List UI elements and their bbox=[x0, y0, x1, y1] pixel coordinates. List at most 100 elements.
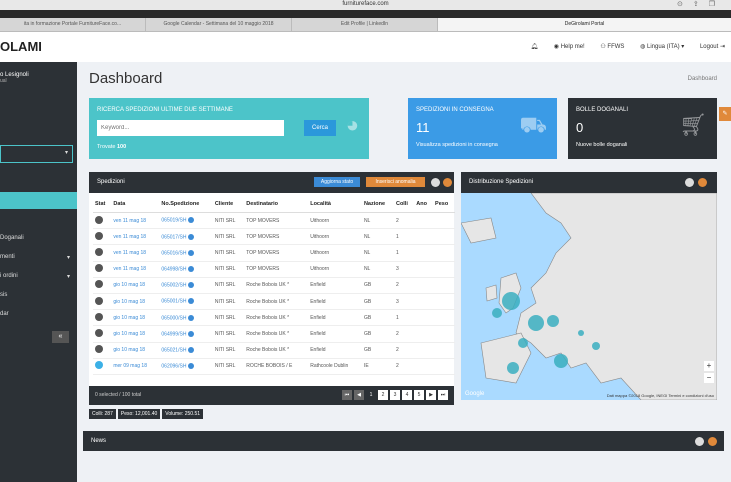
cell-date[interactable]: ven 11 mag 18 bbox=[111, 212, 160, 230]
collapse-icon[interactable] bbox=[708, 437, 717, 446]
tab-degirolami[interactable]: DeGirolami Portal bbox=[438, 18, 731, 31]
map-marker[interactable] bbox=[592, 342, 600, 350]
search-button[interactable]: Cerca bbox=[304, 120, 336, 136]
col-colli[interactable]: Colli bbox=[393, 196, 415, 213]
tab-calendar[interactable]: Google Calendar - Settimana del 10 maggi… bbox=[146, 18, 292, 31]
cell-no[interactable]: 064999/SH bbox=[159, 325, 213, 343]
cell-date[interactable]: mer 09 mag 18 bbox=[111, 358, 160, 375]
info-icon[interactable] bbox=[188, 282, 195, 289]
map-marker[interactable] bbox=[578, 330, 584, 336]
reload-icon[interactable]: ⊙ bbox=[677, 1, 693, 8]
tab-formazione[interactable]: ita in formazione Portale FurnitureFace.… bbox=[0, 18, 146, 31]
cell-date[interactable]: gio 10 mag 18 bbox=[111, 325, 160, 343]
cell-no[interactable]: 065019/SH bbox=[159, 212, 213, 230]
cell-date[interactable]: gio 10 mag 18 bbox=[111, 309, 160, 327]
info-icon[interactable] bbox=[188, 249, 195, 256]
prev-page-button[interactable]: ◀ bbox=[354, 390, 364, 400]
bolle-link[interactable]: Nuove bolle doganali bbox=[576, 142, 627, 148]
last-page-button[interactable]: ⏭ bbox=[438, 390, 448, 400]
cell-no[interactable]: 065016/SH bbox=[159, 244, 213, 262]
sidebar-select[interactable]: ▾ bbox=[0, 145, 73, 163]
collapse-icon[interactable] bbox=[698, 178, 707, 187]
cell-no[interactable]: 062096/SH bbox=[159, 358, 213, 375]
cell-no[interactable]: 065017/SH bbox=[159, 228, 213, 246]
col-destinatario[interactable]: Destinatario bbox=[244, 196, 309, 213]
insert-anomaly-button[interactable]: Inserisci anomalia bbox=[366, 177, 425, 187]
cell-no[interactable]: 064998/SH bbox=[159, 261, 213, 278]
col-ano[interactable]: Ano bbox=[414, 196, 434, 213]
col-no[interactable]: No.Spedizione bbox=[159, 196, 213, 213]
cell-no[interactable]: 065021/SH bbox=[159, 342, 213, 359]
logout-link[interactable]: Logout ⇥ bbox=[700, 44, 725, 50]
page-button[interactable]: 4 bbox=[402, 390, 412, 400]
sidebar-item-doganali[interactable]: Doganali bbox=[0, 235, 70, 241]
first-page-button[interactable]: ⏮ bbox=[342, 390, 352, 400]
europe-map[interactable]: + − Google Dati mappa ©2018 Google, INEG… bbox=[461, 193, 717, 400]
bolle-card[interactable]: Bolle doganali 0 Nuove bolle doganali 🛒︎ bbox=[568, 98, 717, 159]
table-row[interactable]: gio 10 mag 18 064999/SH NITI SRL Roche Bobo… bbox=[93, 325, 455, 343]
feedback-tab-icon[interactable]: ✎ bbox=[719, 107, 731, 121]
col-peso[interactable]: Peso bbox=[433, 196, 455, 213]
page-button[interactable]: 1 bbox=[366, 390, 376, 400]
search-input[interactable] bbox=[97, 120, 284, 136]
next-page-button[interactable]: ▶ bbox=[426, 390, 436, 400]
sidebar-item-sis[interactable]: sis bbox=[0, 292, 70, 298]
cell-no[interactable]: 065002/SH bbox=[159, 277, 213, 294]
sidebar-item-dar[interactable]: dar bbox=[0, 311, 70, 317]
collapse-icon[interactable] bbox=[443, 178, 452, 187]
table-row[interactable]: gio 10 mag 18 065001/SH NITI SRL Roche Bobo… bbox=[93, 293, 455, 311]
language-dropdown[interactable]: ◍ Lingua (ITA) ▾ bbox=[640, 44, 684, 50]
cell-date[interactable]: ven 11 mag 18 bbox=[111, 261, 160, 278]
map-marker[interactable] bbox=[492, 308, 502, 318]
sidebar-item-menti[interactable]: menti ▾ bbox=[0, 254, 70, 261]
help-link[interactable]: ◉ Help me! bbox=[554, 44, 585, 50]
page-button[interactable]: 3 bbox=[390, 390, 400, 400]
logo[interactable]: OLAMI bbox=[0, 39, 42, 54]
share-icon[interactable]: ⇪ bbox=[693, 1, 709, 8]
cell-no[interactable]: 065001/SH bbox=[159, 293, 213, 311]
table-row[interactable]: ven 11 mag 18 065019/SH NITI SRL TOP MOVERS… bbox=[93, 212, 455, 230]
table-row[interactable]: gio 10 mag 18 065002/SH NITI SRL Roche Bobo… bbox=[93, 277, 455, 294]
info-icon[interactable] bbox=[188, 265, 195, 272]
col-nazione[interactable]: Nazione bbox=[361, 196, 394, 213]
table-row[interactable]: ven 11 mag 18 064998/SH NITI SRL TOP MOVERS… bbox=[93, 261, 455, 278]
col-cliente[interactable]: Cliente bbox=[212, 196, 245, 213]
table-row[interactable]: ven 11 mag 18 065017/SH NITI SRL TOP MOVERS… bbox=[93, 228, 455, 246]
info-icon[interactable] bbox=[188, 330, 195, 337]
map-marker[interactable] bbox=[554, 354, 568, 368]
info-icon[interactable] bbox=[188, 363, 195, 370]
url-bar[interactable]: furnitureface.com bbox=[0, 1, 731, 7]
table-row[interactable]: ven 11 mag 18 065016/SH NITI SRL TOP MOVERS… bbox=[93, 244, 455, 262]
info-icon[interactable] bbox=[188, 314, 195, 321]
cell-date[interactable]: ven 11 mag 18 bbox=[111, 228, 160, 246]
table-row[interactable]: gio 10 mag 18 065000/SH NITI SRL Roche Bobo… bbox=[93, 309, 455, 327]
collapse-sidebar-button[interactable]: « bbox=[52, 331, 69, 343]
tabs-icon[interactable]: ❐ bbox=[709, 1, 725, 8]
info-icon[interactable] bbox=[188, 233, 195, 240]
sidebar-item-active[interactable] bbox=[0, 192, 77, 209]
cell-date[interactable]: ven 11 mag 18 bbox=[111, 244, 160, 262]
consegna-link[interactable]: Visualizza spedizioni in consegna bbox=[416, 142, 498, 148]
info-icon[interactable] bbox=[188, 217, 195, 224]
col-stat[interactable]: Stat bbox=[93, 196, 112, 213]
refresh-icon[interactable] bbox=[685, 178, 694, 187]
info-icon[interactable] bbox=[188, 346, 195, 353]
refresh-icon[interactable] bbox=[695, 437, 704, 446]
zoom-out-button[interactable]: − bbox=[704, 373, 714, 383]
bell-icon[interactable]: 🔔︎ bbox=[530, 44, 538, 50]
page-button[interactable]: 5 bbox=[414, 390, 424, 400]
tab-linkedin[interactable]: Edit Profile | LinkedIn bbox=[292, 18, 438, 31]
refresh-icon[interactable] bbox=[431, 178, 440, 187]
update-status-button[interactable]: Aggiorna stato bbox=[314, 177, 360, 187]
cell-date[interactable]: gio 10 mag 18 bbox=[111, 293, 160, 311]
zoom-in-button[interactable]: + bbox=[704, 361, 714, 371]
sidebar-item-ordini[interactable]: i ordini ▾ bbox=[0, 273, 70, 280]
map-marker[interactable] bbox=[502, 292, 520, 310]
map-marker[interactable] bbox=[518, 338, 528, 348]
cell-date[interactable]: gio 10 mag 18 bbox=[111, 277, 160, 294]
cell-no[interactable]: 065000/SH bbox=[159, 309, 213, 327]
table-row[interactable]: gio 10 mag 18 065021/SH NITI SRL Roche Bobo… bbox=[93, 342, 455, 359]
col-localita[interactable]: Località bbox=[308, 196, 362, 213]
table-row[interactable]: mer 09 mag 18 062096/SH NITI SRL ROCHE BOBO… bbox=[93, 358, 455, 375]
info-icon[interactable] bbox=[188, 298, 195, 305]
